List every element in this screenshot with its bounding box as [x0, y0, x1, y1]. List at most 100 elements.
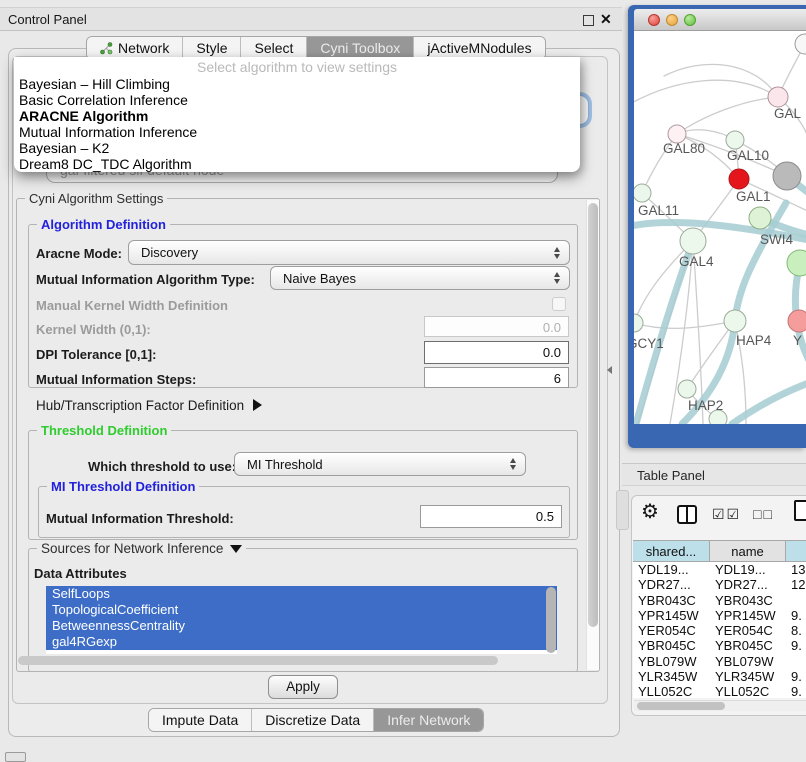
network-node-hap2[interactable]: [678, 380, 696, 398]
network-node-gal10[interactable]: [726, 131, 744, 149]
table-cell: 9.: [786, 684, 806, 698]
collapse-down-icon: [230, 545, 242, 553]
minimize-traffic-light-icon[interactable]: [666, 14, 678, 26]
data-attributes-label: Data Attributes: [34, 566, 127, 581]
network-node[interactable]: [787, 250, 806, 276]
which-threshold-label: Which threshold to use:: [88, 459, 236, 474]
network-node-hap4[interactable]: [724, 310, 746, 332]
tab-jactivemnodules[interactable]: jActiveMNodules: [414, 37, 544, 59]
table-cell: 9.: [786, 669, 806, 684]
settings-scrollbar-thumb[interactable]: [588, 203, 598, 627]
table-cell: YBL079W: [633, 654, 710, 669]
column-header-partial[interactable]: [786, 540, 806, 562]
table-row[interactable]: YER054CYER054C8.: [633, 623, 806, 638]
tab-infer-network-label: Infer Network: [387, 712, 470, 728]
tab-style[interactable]: Style: [183, 37, 241, 59]
table-row[interactable]: YBR045CYBR045C9.: [633, 638, 806, 653]
table-cell: YLR345W: [633, 669, 710, 684]
tab-infer-network[interactable]: Infer Network: [374, 709, 483, 731]
tab-network[interactable]: Network: [87, 37, 183, 59]
network-edge: [634, 80, 778, 105]
table-row[interactable]: YBL079WYBL079W: [633, 654, 806, 669]
table-cell: YLR345W: [710, 669, 786, 684]
network-canvas[interactable]: GALGAL80GAL10GAL1GAL11SWI4GAL4GCY1HAP4YH…: [634, 31, 806, 424]
table-cell: YBR043C: [633, 593, 710, 608]
apply-button[interactable]: Apply: [268, 675, 338, 699]
threshold-combobox[interactable]: MI Threshold: [234, 452, 526, 476]
network-node-y[interactable]: [788, 310, 806, 332]
gear-icon[interactable]: ⚙: [641, 502, 659, 522]
column-header-shared[interactable]: shared...: [633, 540, 710, 562]
network-edge: [732, 381, 806, 424]
tab-discretize-data[interactable]: Discretize Data: [252, 709, 374, 731]
mi-threshold-label: Mutual Information Threshold:: [46, 511, 234, 526]
data-attributes-list[interactable]: SelfLoopsTopologicalCoefficientBetweenne…: [46, 586, 557, 654]
select-all-checkboxes-icon[interactable]: ☑☑: [712, 506, 741, 523]
column-header-name[interactable]: name: [710, 540, 786, 562]
dpi-tolerance-field[interactable]: 0.0: [424, 341, 569, 364]
close-traffic-light-icon[interactable]: [648, 14, 660, 26]
algorithm-definition-title: Algorithm Definition: [37, 217, 170, 232]
data-attribute-option-betweennesscentrality[interactable]: BetweennessCentrality: [46, 618, 557, 634]
network-node-gal11[interactable]: [634, 184, 651, 202]
algorithm-option-mutual-information-inference[interactable]: Mutual Information Inference: [14, 124, 580, 140]
table-hscroll-thumb[interactable]: [637, 702, 725, 710]
table-row[interactable]: YDR27...YDR27...12: [633, 577, 806, 592]
splitter-collapse-icon[interactable]: [607, 366, 612, 374]
table-cell: 8.: [786, 623, 806, 638]
collapsed-panel-icon[interactable]: [5, 752, 26, 762]
network-node-gal1[interactable]: [729, 169, 749, 189]
hub-definition-expander[interactable]: Hub/Transcription Factor Definition: [36, 398, 262, 413]
node-label-gal10: GAL10: [727, 148, 769, 163]
algorithm-option-basic-correlation-inference[interactable]: Basic Correlation Inference: [14, 92, 580, 108]
dpi-tolerance-label: DPI Tolerance [0,1]:: [36, 347, 156, 362]
node-label-gal1: GAL1: [736, 189, 771, 204]
network-node-gal[interactable]: [768, 87, 788, 107]
table-row[interactable]: YBR043CYBR043C: [633, 593, 806, 608]
table-row[interactable]: YLL052CYLL052C9.: [633, 684, 806, 698]
dropdown-items: Bayesian – Hill ClimbingBasic Correlatio…: [14, 76, 580, 172]
aracne-mode-combobox[interactable]: Discovery: [128, 240, 570, 265]
sources-group-title[interactable]: Sources for Network Inference: [37, 541, 246, 556]
table-cell: [786, 593, 806, 608]
tab-cyni-toolbox[interactable]: Cyni Toolbox: [307, 37, 414, 59]
manual-kernel-checkbox[interactable]: [552, 297, 566, 311]
data-attribute-option-topologicalcoefficient[interactable]: TopologicalCoefficient: [46, 602, 557, 618]
algorithm-option-bayesian-k2[interactable]: Bayesian – K2: [14, 140, 580, 156]
kernel-width-field[interactable]: 0.0: [424, 316, 569, 337]
float-panel-icon[interactable]: [583, 15, 594, 26]
table-cell: YER054C: [633, 623, 710, 638]
close-icon[interactable]: ✕: [600, 11, 612, 28]
tab-select[interactable]: Select: [241, 37, 307, 59]
data-attribute-option-selfloops[interactable]: SelfLoops: [46, 586, 557, 602]
zoom-traffic-light-icon[interactable]: [684, 14, 696, 26]
data-attribute-option-gal4rgexp[interactable]: gal4RGexp: [46, 634, 557, 650]
mi-type-combobox[interactable]: Naive Bayes: [270, 266, 570, 290]
attributes-vertical-scrollbar[interactable]: [546, 587, 556, 653]
algorithm-option-dream8-dc-tdc-algorithm[interactable]: Dream8 DC_TDC Algorithm: [14, 156, 580, 172]
mi-threshold-field[interactable]: 0.5: [420, 505, 562, 528]
algorithm-option-bayesian-hill-climbing[interactable]: Bayesian – Hill Climbing: [14, 76, 580, 92]
tab-network-label: Network: [118, 40, 169, 56]
table-row[interactable]: YDL19...YDL19...13: [633, 562, 806, 577]
network-node[interactable]: [773, 162, 801, 190]
splitter-handle[interactable]: [616, 490, 629, 530]
network-node-gcy1[interactable]: [634, 314, 643, 332]
table-cell: YDR27...: [710, 577, 786, 592]
column-layout-icon[interactable]: [677, 505, 697, 524]
table-cell: 12: [786, 577, 806, 592]
table-row[interactable]: YLR345WYLR345W9.: [633, 669, 806, 684]
table-cell: 9.: [786, 638, 806, 653]
table-row[interactable]: YPR145WYPR145W9.: [633, 608, 806, 623]
network-icon: [100, 42, 113, 55]
attributes-horizontal-scrollbar[interactable]: [18, 656, 498, 665]
algorithm-option-aracne-algorithm[interactable]: ARACNE Algorithm: [14, 108, 580, 124]
network-node[interactable]: [795, 34, 806, 54]
file-icon[interactable]: [794, 500, 806, 521]
tab-impute-data[interactable]: Impute Data: [149, 709, 252, 731]
aracne-mode-label: Aracne Mode:: [36, 246, 122, 261]
network-node-swi4[interactable]: [749, 207, 771, 229]
mi-steps-field[interactable]: 6: [424, 367, 569, 388]
network-node-gal4[interactable]: [680, 228, 706, 254]
deselect-all-checkboxes-icon[interactable]: □□: [753, 506, 774, 522]
